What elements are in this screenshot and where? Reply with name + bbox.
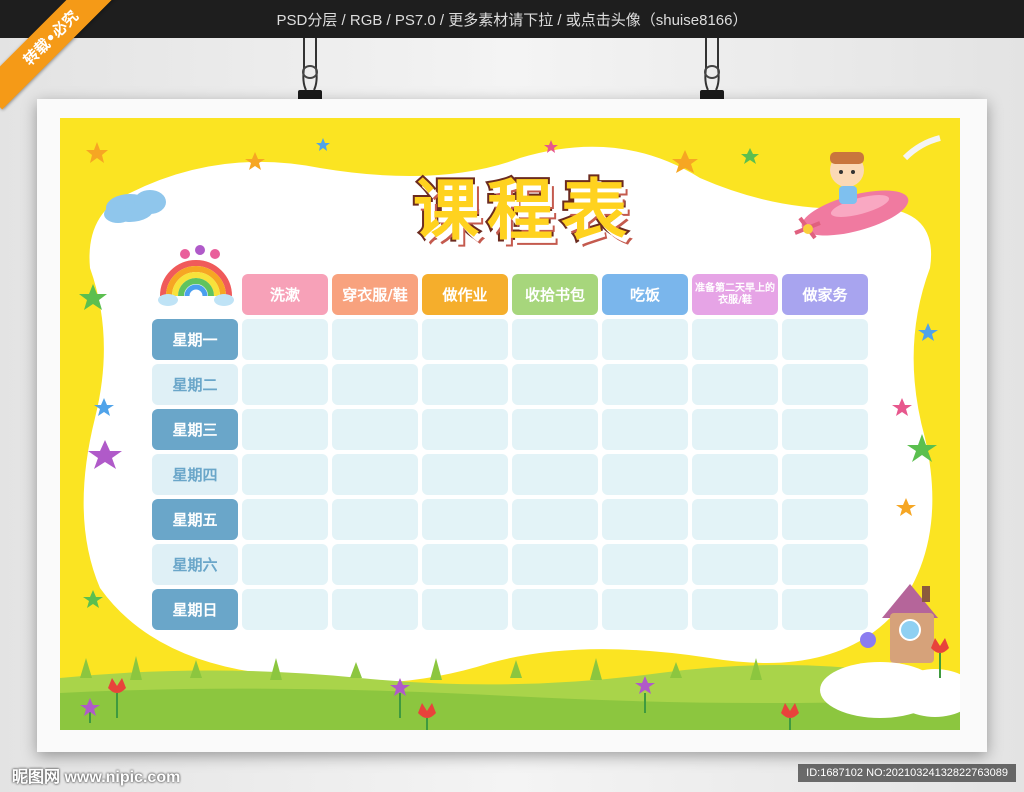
schedule-cell[interactable]: [782, 589, 868, 630]
poster-title: 课 程 表: [360, 166, 680, 256]
schedule-table: 洗漱 穿衣服/鞋 做作业 收拾书包 吃饭 准备第二天早上的衣服/鞋 做家务星期一 星期二 星期三…: [152, 274, 868, 630]
day-label: 星期六: [152, 544, 238, 585]
column-header: 做家务: [782, 274, 868, 315]
site-watermark: 昵图网 www.nipic.com: [12, 769, 181, 786]
schedule-cell[interactable]: [602, 319, 688, 360]
schedule-cell[interactable]: [602, 454, 688, 495]
schedule-cell[interactable]: [242, 364, 328, 405]
schedule-cell[interactable]: [332, 499, 418, 540]
schedule-poster: 课 程 表 洗漱 穿衣服/鞋 做作业 收拾书包 吃饭 准备第二天早上的衣服/鞋 做家务星期一…: [60, 118, 960, 730]
column-header: 吃饭: [602, 274, 688, 315]
schedule-cell[interactable]: [332, 319, 418, 360]
schedule-cell[interactable]: [602, 409, 688, 450]
schedule-cell[interactable]: [422, 364, 508, 405]
schedule-cell[interactable]: [512, 364, 598, 405]
title-char: 表: [559, 170, 629, 251]
schedule-cell[interactable]: [512, 409, 598, 450]
schedule-cell[interactable]: [422, 589, 508, 630]
column-header: 准备第二天早上的衣服/鞋: [692, 274, 778, 315]
schedule-cell[interactable]: [782, 319, 868, 360]
schedule-cell[interactable]: [242, 544, 328, 585]
schedule-cell[interactable]: [692, 319, 778, 360]
column-header: 收拾书包: [512, 274, 598, 315]
top-banner: PSD分层 / RGB / PS7.0 / 更多素材请下拉 / 或点击头像（sh…: [0, 0, 1024, 38]
schedule-cell[interactable]: [602, 364, 688, 405]
schedule-cell[interactable]: [242, 319, 328, 360]
schedule-cell[interactable]: [242, 409, 328, 450]
schedule-cell[interactable]: [782, 409, 868, 450]
schedule-cell[interactable]: [512, 589, 598, 630]
day-label: 星期四: [152, 454, 238, 495]
schedule-cell[interactable]: [512, 454, 598, 495]
schedule-cell[interactable]: [422, 499, 508, 540]
day-label: 星期一: [152, 319, 238, 360]
day-label: 星期二: [152, 364, 238, 405]
schedule-cell[interactable]: [782, 544, 868, 585]
schedule-cell[interactable]: [422, 544, 508, 585]
column-header: 穿衣服/鞋: [332, 274, 418, 315]
schedule-cell[interactable]: [422, 454, 508, 495]
schedule-cell[interactable]: [602, 499, 688, 540]
day-label: 星期三: [152, 409, 238, 450]
id-watermark: ID:1687102 NO:20210324132822763089: [798, 764, 1016, 782]
schedule-cell[interactable]: [692, 589, 778, 630]
title-char: 课: [411, 170, 481, 251]
schedule-cell[interactable]: [692, 544, 778, 585]
schedule-cell[interactable]: [512, 544, 598, 585]
schedule-cell[interactable]: [512, 499, 598, 540]
schedule-cell[interactable]: [422, 319, 508, 360]
schedule-cell[interactable]: [332, 409, 418, 450]
schedule-cell[interactable]: [782, 499, 868, 540]
schedule-cell[interactable]: [242, 454, 328, 495]
schedule-cell[interactable]: [332, 364, 418, 405]
schedule-cell[interactable]: [422, 409, 508, 450]
schedule-cell[interactable]: [692, 409, 778, 450]
schedule-cell[interactable]: [332, 544, 418, 585]
title-char: 程: [485, 170, 555, 251]
schedule-cell[interactable]: [692, 364, 778, 405]
schedule-cell[interactable]: [242, 589, 328, 630]
schedule-cell[interactable]: [512, 319, 598, 360]
schedule-cell[interactable]: [692, 454, 778, 495]
day-label: 星期五: [152, 499, 238, 540]
schedule-cell[interactable]: [782, 364, 868, 405]
column-header: 洗漱: [242, 274, 328, 315]
schedule-cell[interactable]: [332, 589, 418, 630]
schedule-cell[interactable]: [332, 454, 418, 495]
table-corner: [152, 274, 238, 315]
schedule-cell[interactable]: [782, 454, 868, 495]
schedule-cell[interactable]: [242, 499, 328, 540]
schedule-cell[interactable]: [692, 499, 778, 540]
schedule-cell[interactable]: [602, 589, 688, 630]
top-banner-text: PSD分层 / RGB / PS7.0 / 更多素材请下拉 / 或点击头像（sh…: [276, 12, 748, 29]
day-label: 星期日: [152, 589, 238, 630]
schedule-cell[interactable]: [602, 544, 688, 585]
column-header: 做作业: [422, 274, 508, 315]
